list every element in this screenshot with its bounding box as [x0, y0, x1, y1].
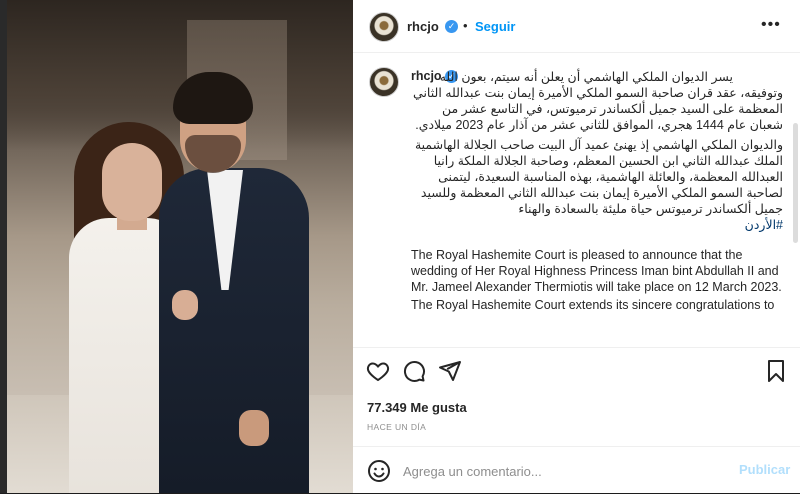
emoji-smiley-icon[interactable]	[367, 459, 391, 483]
verified-badge-icon: ✓	[445, 20, 458, 33]
caption-arabic-paragraph-2: والديوان الملكي الهاشمي إذ يهنئ عميد آل …	[414, 138, 783, 216]
caption-english-paragraph-1: The Royal Hashemite Court is pleased to …	[411, 248, 782, 294]
post-header: rhcjo ✓ • Seguir •••	[353, 0, 800, 53]
share-paper-plane-icon[interactable]	[437, 358, 463, 384]
woman-figure-hand	[172, 290, 198, 320]
post-side-panel: rhcjo ✓ • Seguir ••• rhcjo ✓ يسر الديوان…	[353, 0, 800, 493]
hashtag-link[interactable]: #الأردن	[411, 217, 783, 233]
caption-scroll-area[interactable]: rhcjo ✓ يسر الديوان الملكي الهاشمي أن يع…	[353, 53, 800, 346]
likes-count[interactable]: 77.349 Me gusta	[367, 400, 467, 415]
save-bookmark-icon[interactable]	[763, 358, 789, 384]
caption-text: يسر الديوان الملكي الهاشمي أن يعلن أنه س…	[411, 69, 783, 313]
comment-bubble-icon[interactable]	[401, 358, 427, 384]
man-figure-hand	[239, 410, 269, 446]
caption-arabic-paragraph-1: يسر الديوان الملكي الهاشمي أن يعلن أنه س…	[413, 70, 783, 132]
publish-button[interactable]: Publicar	[739, 462, 790, 477]
post-photo[interactable]	[7, 0, 353, 493]
post-timestamp[interactable]: HACE UN DÍA	[367, 422, 426, 432]
action-bar	[353, 347, 800, 396]
header-separator: •	[463, 18, 468, 33]
caption-avatar[interactable]	[369, 67, 399, 97]
follow-button[interactable]: Seguir	[475, 19, 515, 34]
caption-scrollbar[interactable]	[793, 123, 798, 243]
comment-input[interactable]	[401, 459, 725, 483]
like-heart-icon[interactable]	[365, 358, 391, 384]
header-username[interactable]: rhcjo	[407, 19, 439, 34]
woman-figure-face	[102, 143, 162, 221]
avatar[interactable]	[369, 12, 399, 42]
comment-bar: Publicar	[353, 446, 800, 494]
caption-english-paragraph-2: The Royal Hashemite Court extends its si…	[411, 298, 775, 312]
more-options-icon[interactable]: •••	[761, 16, 781, 34]
left-backdrop	[0, 0, 7, 493]
